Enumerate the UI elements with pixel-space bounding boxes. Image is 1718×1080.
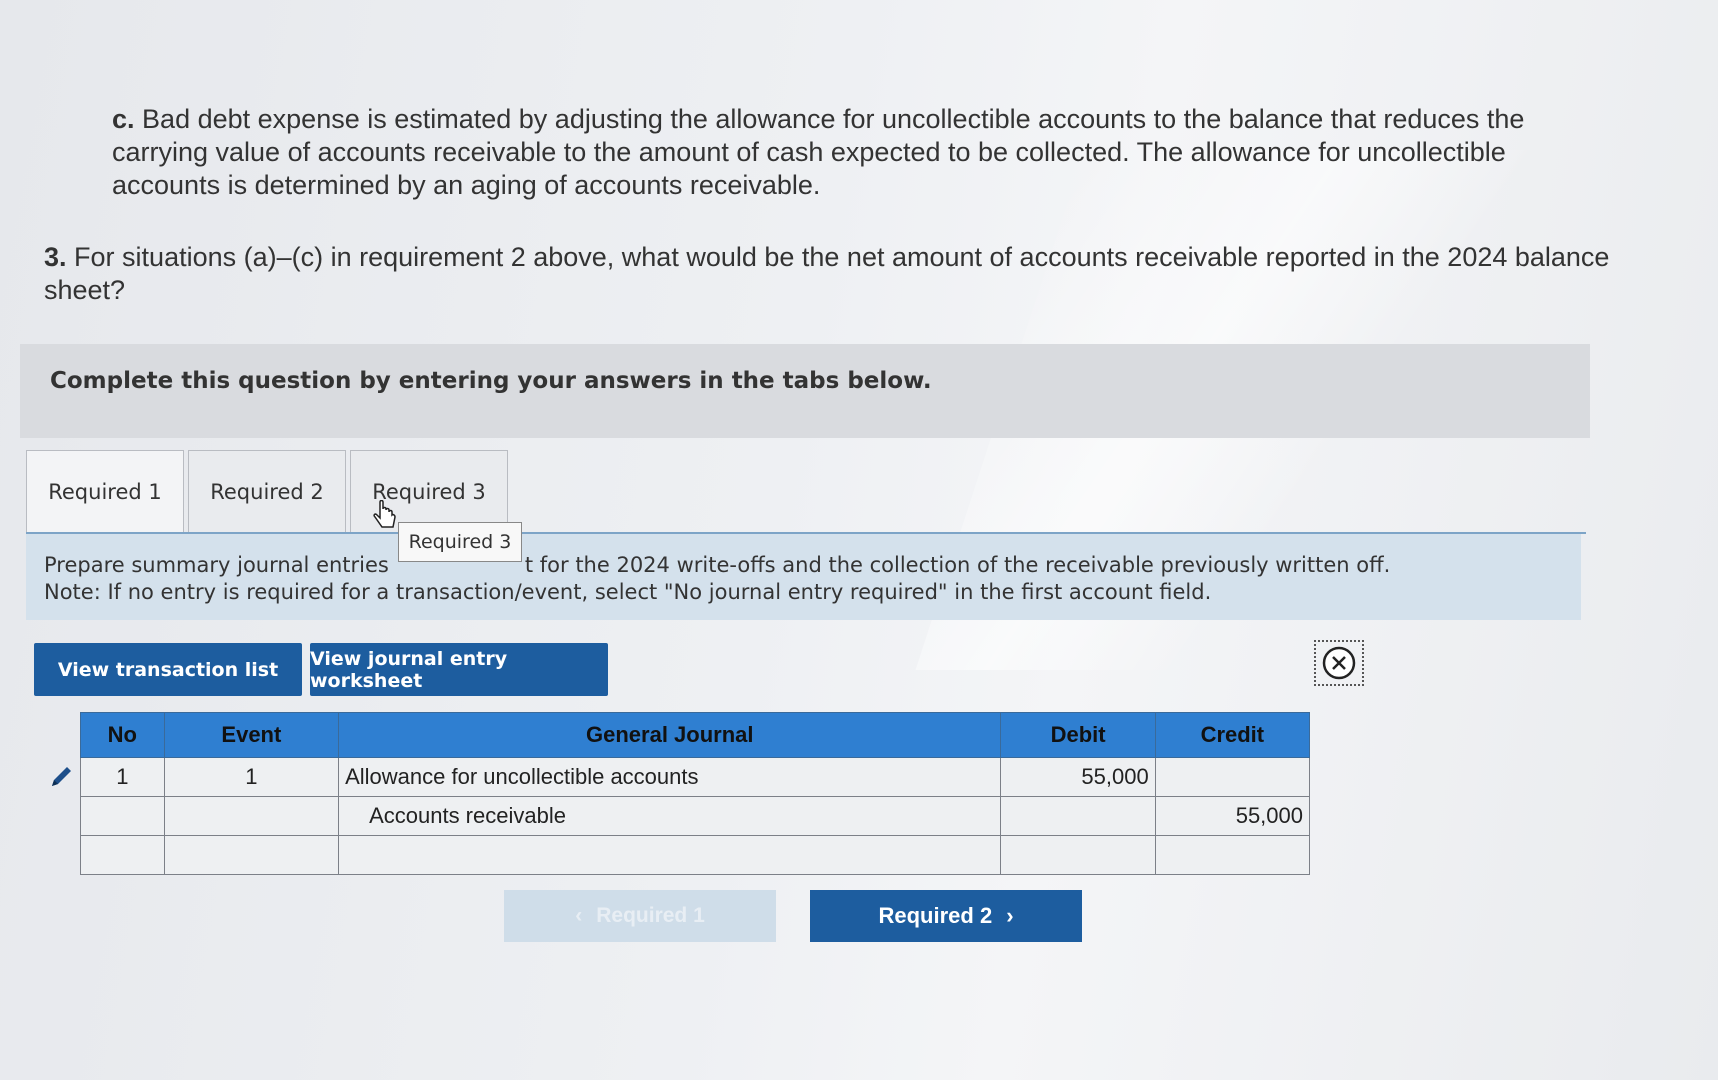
header-debit: Debit [1000, 712, 1156, 758]
row-debit[interactable]: 55,000 [1000, 757, 1156, 797]
question-3-text: For situations (a)–(c) in requirement 2 … [44, 242, 1610, 305]
journal-header-row: No Event General Journal Debit Credit [80, 712, 1311, 758]
part-c-label: c. [112, 104, 135, 134]
row-no: 1 [80, 757, 165, 797]
prompt-panel: Prepare summary journal entries t for the… [26, 534, 1581, 620]
header-general-journal: General Journal [338, 712, 1002, 758]
table-row: 1 1 Allowance for uncollectible accounts… [80, 757, 1311, 797]
prompt-line1-end: t for the 2024 write-offs and the collec… [524, 553, 1391, 577]
tab-required-2[interactable]: Required 2 [188, 450, 346, 532]
prev-required-button[interactable]: ‹ Required 1 [504, 890, 776, 942]
prompt-text: Prepare summary journal entries t for the… [44, 552, 1390, 606]
question-3-label: 3. [44, 242, 67, 272]
prompt-line1-start: Prepare summary journal entries [44, 553, 389, 577]
chevron-left-icon: ‹ [575, 904, 583, 927]
row-account[interactable]: Allowance for uncollectible accounts [338, 757, 1002, 797]
row-credit[interactable] [1154, 835, 1311, 875]
hand-cursor-icon [373, 500, 396, 528]
tab-required-1[interactable]: Required 1 [26, 450, 184, 532]
next-required-label: Required 2 [878, 903, 993, 928]
chevron-right-icon: › [1006, 903, 1014, 928]
table-row [80, 835, 1311, 875]
row-credit[interactable]: 55,000 [1154, 796, 1311, 836]
header-credit: Credit [1154, 712, 1311, 758]
row-event [163, 796, 340, 836]
close-button[interactable] [1314, 640, 1364, 686]
view-transaction-list-button[interactable]: View transaction list [34, 643, 302, 696]
row-account[interactable] [338, 835, 1002, 875]
journal-table: No Event General Journal Debit Credit 1 … [80, 712, 1311, 875]
next-required-button[interactable]: Required 2 › [810, 890, 1082, 942]
header-no: No [80, 712, 165, 758]
prompt-note: Note: If no entry is required for a tran… [44, 580, 1212, 604]
pencil-icon[interactable] [48, 762, 76, 790]
view-journal-worksheet-button[interactable]: View journal entry worksheet [310, 643, 608, 696]
row-no [80, 796, 165, 836]
row-debit[interactable] [1000, 796, 1156, 836]
part-c-text: Bad debt expense is estimated by adjusti… [112, 104, 1525, 200]
header-event: Event [163, 712, 340, 758]
question-3: 3. For situations (a)–(c) in requirement… [44, 241, 1644, 307]
row-debit[interactable] [1000, 835, 1156, 875]
instructions-bar: Complete this question by entering your … [20, 344, 1590, 438]
row-account[interactable]: Accounts receivable [338, 796, 1002, 836]
close-circle-icon [1322, 646, 1356, 680]
tab-tooltip: Required 3 [398, 522, 522, 562]
row-credit[interactable] [1154, 757, 1311, 797]
question-part-c: c. Bad debt expense is estimated by adju… [112, 103, 1572, 202]
row-event [163, 835, 340, 875]
prev-required-label: Required 1 [596, 904, 705, 927]
row-no [80, 835, 165, 875]
instructions-text: Complete this question by entering your … [50, 368, 932, 394]
table-row: Accounts receivable 55,000 [80, 796, 1311, 836]
row-event: 1 [163, 757, 340, 797]
